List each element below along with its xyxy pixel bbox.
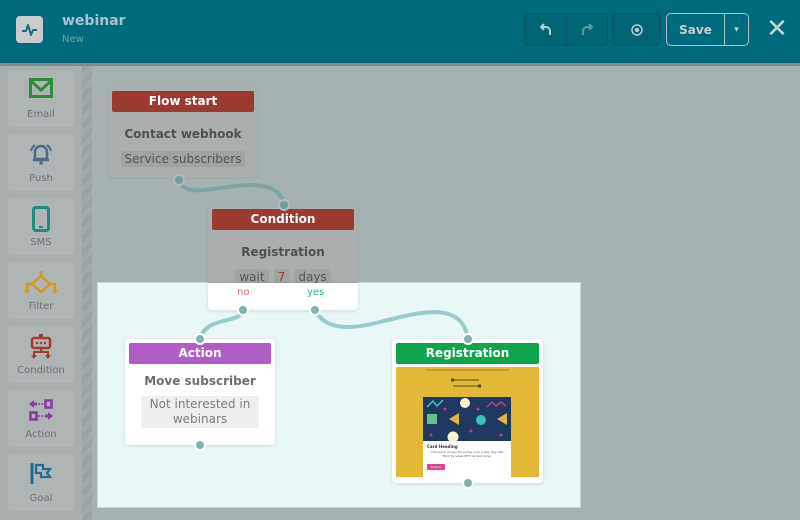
preview-card-heading: Card Heading: [427, 444, 458, 449]
connector-no-action: [198, 309, 245, 341]
segment-chip[interactable]: Service subscribers: [120, 151, 246, 167]
output-port[interactable]: [194, 439, 206, 451]
preview-card: Card Heading The quick, brown fox jumps …: [423, 397, 511, 477]
node-title: Registration: [241, 245, 325, 259]
node-flow-start[interactable]: Flow start Contact webhook Service subsc…: [108, 87, 258, 177]
preview-logo: [451, 378, 481, 388]
node-title: Move subscriber: [144, 374, 256, 388]
output-port[interactable]: [462, 477, 474, 489]
input-port[interactable]: [278, 199, 290, 211]
input-port[interactable]: [194, 333, 206, 345]
preview-card-text: The quick, brown fox jumps over a lazy d…: [431, 450, 503, 458]
preview-card-image: [423, 397, 511, 443]
email-preview[interactable]: Card Heading The quick, brown fox jumps …: [396, 367, 539, 477]
preview-preheader: [426, 369, 509, 371]
output-port-yes[interactable]: [309, 304, 321, 316]
output-port[interactable]: [173, 174, 185, 186]
node-header: Registration confirmed: [396, 343, 539, 381]
output-port-no[interactable]: [237, 304, 249, 316]
node-action[interactable]: Action Move subscriber Not interested in…: [125, 339, 275, 445]
input-port[interactable]: [462, 333, 474, 345]
node-header: Action: [129, 343, 271, 364]
branch-yes-label: yes: [307, 287, 325, 298]
target-list-chip[interactable]: Not interested in webinars: [141, 396, 259, 428]
branch-no-label: no: [237, 287, 250, 298]
node-header: Flow start: [112, 91, 254, 112]
node-title: Contact webhook: [124, 127, 242, 141]
preview-card-button: Button: [427, 464, 445, 470]
node-condition[interactable]: Condition Registration wait 7 days: [208, 205, 358, 285]
connector-start-condition: [177, 179, 286, 207]
condition-branches: no yes: [208, 283, 358, 310]
connector-yes-email: [313, 308, 470, 340]
node-email[interactable]: Registration confirmed Card Heading The …: [392, 339, 543, 483]
node-header: Condition: [212, 209, 354, 230]
